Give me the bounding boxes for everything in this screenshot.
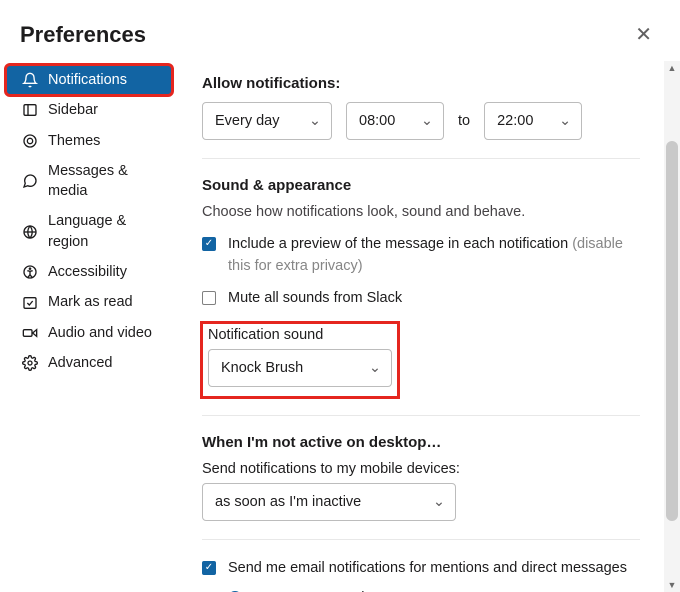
frequency-select[interactable]: Every day ⌄ — [202, 102, 332, 140]
end-time-value: 22:00 — [497, 113, 533, 129]
video-icon — [22, 325, 38, 341]
sound-value: Knock Brush — [221, 360, 303, 376]
mobile-label: Send notifications to my mobile devices: — [202, 461, 640, 477]
sidebar: Notifications Sidebar Themes Messages & … — [0, 61, 178, 592]
accessibility-icon — [22, 264, 38, 280]
sidebar-item-messages[interactable]: Messages & media — [6, 156, 172, 207]
scrollbar[interactable]: ▲ ▼ — [664, 61, 680, 592]
scroll-up-icon[interactable]: ▲ — [664, 63, 680, 73]
sound-desc: Choose how notifications look, sound and… — [202, 204, 640, 220]
close-icon[interactable]: ✕ — [627, 18, 660, 51]
sound-select[interactable]: Knock Brush ⌄ — [208, 349, 392, 387]
notification-sound-block: Notification sound Knock Brush ⌄ — [202, 323, 398, 397]
globe-icon — [22, 224, 38, 240]
sidebar-item-notifications[interactable]: Notifications — [6, 65, 172, 95]
sidebar-item-label: Language & region — [48, 211, 162, 252]
scrollbar-thumb[interactable] — [666, 141, 678, 521]
preview-label: Include a preview of the message in each… — [228, 234, 640, 278]
sound-field-label: Notification sound — [208, 327, 392, 343]
sidebar-item-sidebar[interactable]: Sidebar — [6, 95, 172, 125]
sound-heading: Sound & appearance — [202, 177, 640, 194]
mobile-select[interactable]: as soon as I'm inactive ⌄ — [202, 483, 456, 521]
email-label: Send me email notifications for mentions… — [228, 558, 627, 580]
gear-icon — [22, 355, 38, 371]
page-title: Preferences — [20, 22, 146, 48]
themes-icon — [22, 133, 38, 149]
frequency-value: Every day — [215, 113, 279, 129]
sidebar-item-label: Messages & media — [48, 161, 162, 202]
mute-checkbox[interactable] — [202, 291, 216, 305]
chevron-down-icon: ⌄ — [559, 113, 571, 129]
chevron-down-icon: ⌄ — [433, 494, 445, 510]
chevron-down-icon: ⌄ — [369, 360, 381, 376]
end-time-select[interactable]: 22:00 ⌄ — [484, 102, 582, 140]
sidebar-item-label: Accessibility — [48, 262, 127, 282]
sidebar-item-label: Sidebar — [48, 100, 98, 120]
sidebar-item-label: Advanced — [48, 353, 113, 373]
sidebar-item-language[interactable]: Language & region — [6, 206, 172, 257]
sidebar-item-accessibility[interactable]: Accessibility — [6, 257, 172, 287]
chevron-down-icon: ⌄ — [421, 113, 433, 129]
inactive-heading: When I'm not active on desktop… — [202, 434, 640, 451]
email-checkbox[interactable] — [202, 561, 216, 575]
sidebar-item-markread[interactable]: Mark as read — [6, 287, 172, 317]
main-content: Allow notifications: Every day ⌄ 08:00 ⌄… — [178, 61, 664, 592]
start-time-select[interactable]: 08:00 ⌄ — [346, 102, 444, 140]
mute-label: Mute all sounds from Slack — [228, 288, 402, 310]
divider — [202, 415, 640, 416]
sidebar-item-av[interactable]: Audio and video — [6, 318, 172, 348]
check-icon — [22, 295, 38, 311]
mobile-value: as soon as I'm inactive — [215, 494, 361, 510]
divider — [202, 158, 640, 159]
sidebar-item-label: Notifications — [48, 70, 127, 90]
sidebar-item-themes[interactable]: Themes — [6, 126, 172, 156]
sidebar-item-label: Audio and video — [48, 323, 152, 343]
sidebar-item-label: Mark as read — [48, 292, 133, 312]
to-label: to — [458, 113, 470, 129]
sidebar-item-advanced[interactable]: Advanced — [6, 348, 172, 378]
start-time-value: 08:00 — [359, 113, 395, 129]
chevron-down-icon: ⌄ — [309, 113, 321, 129]
bell-icon — [22, 72, 38, 88]
allow-label: Allow notifications: — [202, 75, 640, 92]
message-icon — [22, 173, 38, 189]
panel-icon — [22, 102, 38, 118]
sidebar-item-label: Themes — [48, 131, 100, 151]
divider — [202, 539, 640, 540]
preview-checkbox[interactable] — [202, 237, 216, 251]
scroll-down-icon[interactable]: ▼ — [664, 580, 680, 590]
